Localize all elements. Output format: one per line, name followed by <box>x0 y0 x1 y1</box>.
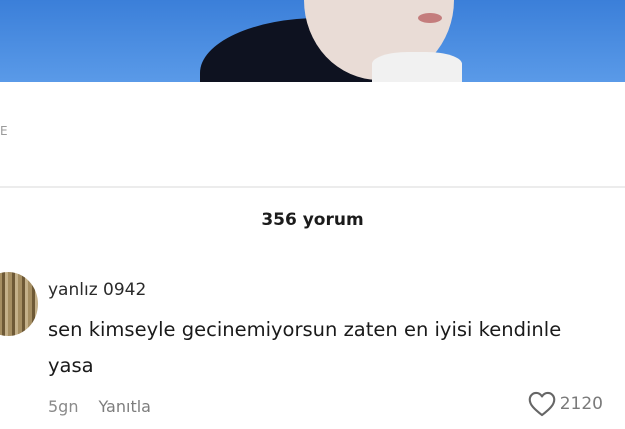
section-divider <box>0 186 625 188</box>
like-button[interactable]: 2120 <box>528 391 603 417</box>
avatar[interactable] <box>0 272 38 336</box>
comment-username[interactable]: yanlız 0942 <box>48 280 146 300</box>
caption-text-fragment: E <box>0 124 8 138</box>
reply-button[interactable]: Yanıtla <box>98 397 150 416</box>
comment-text: sen kimseyle gecinemiyorsun zaten en iyi… <box>48 318 562 377</box>
video-preview[interactable] <box>0 0 625 82</box>
video-subject-lips <box>418 13 442 23</box>
like-count: 2120 <box>559 394 603 414</box>
caption-area: E <box>0 82 625 186</box>
comment-count-header: 356 yorum <box>261 210 364 230</box>
comment-age: 5gn <box>48 397 79 416</box>
video-subject-collar <box>372 52 462 82</box>
heart-outline-icon <box>528 391 556 417</box>
comment-meta-row: 5gn Yanıtla <box>48 397 151 416</box>
